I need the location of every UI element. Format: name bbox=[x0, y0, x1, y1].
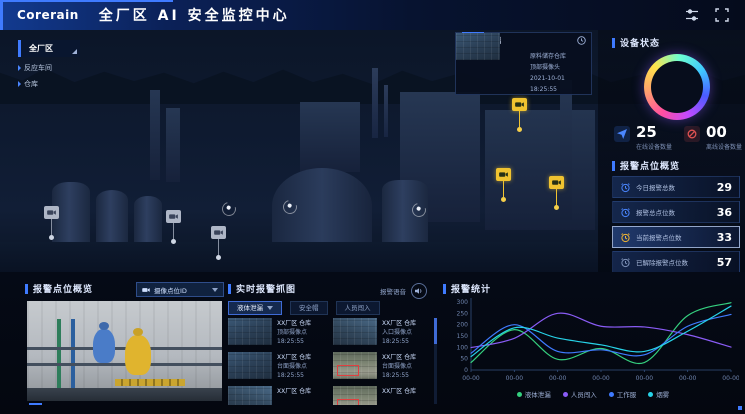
snapshot-item[interactable]: XX厂区 仓库 台面摄像点 18:25:55 bbox=[333, 352, 433, 383]
snapshot-item[interactable]: XX厂区 仓库 台面摄像点 18:25:55 bbox=[228, 352, 328, 383]
device-status-title: 设备状态 bbox=[612, 36, 660, 49]
sliders-icon[interactable] bbox=[685, 8, 699, 22]
alarm-point-photo[interactable] bbox=[27, 301, 222, 401]
camera-alarm-marker[interactable] bbox=[496, 168, 511, 202]
camera-marker[interactable] bbox=[211, 226, 226, 260]
camera-marker-icon bbox=[166, 210, 181, 223]
snapshot-item[interactable]: XX厂区 仓库 入口摄像点 18:25:55 bbox=[333, 318, 433, 349]
snapshot-thumb bbox=[228, 318, 272, 345]
alarm-overview-title: 报警点位概览 bbox=[612, 159, 680, 172]
popup-info: 原料储存仓库 顶部摄像头 2021-10-01 18:25:55 bbox=[530, 51, 591, 95]
legend-dot-icon bbox=[517, 392, 522, 397]
online-devices-stat: 25 在线设备数量 bbox=[614, 124, 672, 151]
page-title: 全厂区 AI 安全监控中心 bbox=[99, 5, 290, 25]
legend-item[interactable]: 人员闯入 bbox=[563, 389, 597, 399]
snapshot-grid: XX厂区 仓库 顶部摄像点 18:25:55 XX厂区 仓库 入口摄像点 18:… bbox=[228, 318, 433, 405]
tab-intrusion[interactable]: 人员闯入 bbox=[336, 301, 380, 315]
snapshot-item[interactable]: XX厂区 仓库 顶部摄像点 18:25:55 bbox=[228, 318, 328, 349]
svg-text:250: 250 bbox=[457, 310, 469, 317]
camera-icon bbox=[142, 287, 150, 293]
resize-corner-icon bbox=[72, 49, 77, 54]
legend-item[interactable]: 液体泄漏 bbox=[517, 389, 551, 399]
svg-text:50: 50 bbox=[460, 356, 468, 363]
offline-devices-stat: 00 离线设备数量 bbox=[684, 124, 742, 151]
chevron-down-icon bbox=[212, 288, 218, 292]
header-bar: Corerain 全厂区 AI 安全监控中心 bbox=[0, 0, 745, 30]
alarm-popup[interactable]: 液体泄漏 原料储存仓库 顶部摄像头 2021-10-01 18:25:55 bbox=[455, 32, 592, 95]
logo: Corerain bbox=[17, 8, 79, 22]
grid-scrollbar[interactable] bbox=[434, 318, 437, 404]
online-count: 25 bbox=[636, 124, 672, 140]
alarm-statistics-chart[interactable]: 0 50 100 150 200 250 300 00-00 00-00 00-00 00-00 00… bbox=[447, 294, 739, 388]
legend-item[interactable]: 烟雾 bbox=[648, 389, 669, 399]
worker-figure bbox=[93, 329, 115, 363]
snapshot-thumb bbox=[333, 352, 377, 379]
alarm-points-panel-title: 报警点位概览 bbox=[25, 282, 93, 295]
snapshot-tabs: 液体泄漏 安全帽 人员闯入 bbox=[228, 301, 380, 315]
svg-text:00-00: 00-00 bbox=[462, 375, 480, 382]
camera-marker[interactable] bbox=[166, 210, 181, 244]
dashboard: Corerain 全厂区 AI 安全监控中心 bbox=[0, 0, 745, 414]
alarm-bell-icon bbox=[620, 207, 631, 218]
svg-text:00-00: 00-00 bbox=[679, 375, 697, 382]
chart-legend: 液体泄漏 人员闯入 工作服 烟雾 bbox=[447, 389, 739, 399]
camera-alarm-marker[interactable] bbox=[549, 176, 564, 210]
fullscreen-icon[interactable] bbox=[715, 8, 729, 22]
snapshot-thumb bbox=[333, 318, 377, 345]
device-status-ring bbox=[644, 54, 710, 120]
svg-text:00-00: 00-00 bbox=[506, 375, 524, 382]
svg-text:00-00: 00-00 bbox=[549, 375, 567, 382]
legend-item[interactable]: 工作服 bbox=[609, 389, 637, 399]
camera-marker-icon bbox=[512, 98, 527, 111]
camera-marker-icon bbox=[549, 176, 564, 189]
svg-text:300: 300 bbox=[457, 299, 469, 306]
sidebar-item-warehouse[interactable]: 仓库 bbox=[18, 79, 38, 89]
worker-figure bbox=[125, 335, 151, 375]
camera-point-dropdown[interactable]: 摄像点位ID bbox=[136, 282, 224, 297]
online-device-icon bbox=[614, 126, 630, 142]
svg-text:00-00: 00-00 bbox=[636, 375, 654, 382]
alarm-bell-icon bbox=[620, 232, 631, 243]
panel-corner-indicator[interactable] bbox=[738, 406, 742, 410]
legend-dot-icon bbox=[563, 392, 568, 397]
camera-marker-icon bbox=[44, 206, 59, 219]
offline-device-icon bbox=[684, 126, 700, 142]
camera-marker-icon bbox=[211, 226, 226, 239]
legend-dot-icon bbox=[648, 392, 653, 397]
snapshot-thumb bbox=[333, 386, 377, 405]
photo-scroll-indicator[interactable] bbox=[29, 403, 42, 405]
area-selector[interactable]: 全厂区 bbox=[18, 40, 80, 57]
area-selector-label: 全厂区 bbox=[29, 44, 53, 53]
clock-icon[interactable] bbox=[577, 36, 586, 45]
alarm-row-today-total[interactable]: 今日报警总数 29 bbox=[612, 176, 740, 198]
speaker-icon bbox=[411, 283, 427, 299]
sidebar-item-reaction-workshop[interactable]: 反应车间 bbox=[18, 63, 52, 73]
camera-marker[interactable] bbox=[44, 206, 59, 240]
svg-text:200: 200 bbox=[457, 322, 469, 329]
alarm-voice-control[interactable]: 报警语音 bbox=[380, 283, 427, 299]
snapshot-thumb bbox=[228, 386, 272, 405]
tab-liquid-leak[interactable]: 液体泄漏 bbox=[228, 301, 282, 315]
tab-safety-helmet[interactable]: 安全帽 bbox=[290, 301, 328, 315]
alarm-bell-icon bbox=[620, 182, 631, 193]
alarm-bell-icon bbox=[620, 257, 631, 268]
alarm-row-current-points[interactable]: 当前报警点位数 33 bbox=[612, 226, 740, 248]
svg-text:100: 100 bbox=[457, 344, 469, 351]
svg-text:0: 0 bbox=[464, 367, 468, 374]
alarm-row-resolved-points[interactable]: 已解除报警点位数 57 bbox=[612, 251, 740, 273]
svg-text:150: 150 bbox=[457, 333, 469, 340]
popup-snapshot[interactable] bbox=[456, 33, 500, 60]
offline-count: 00 bbox=[706, 124, 742, 140]
legend-dot-icon bbox=[609, 392, 614, 397]
snapshot-item[interactable]: XX厂区 仓库 bbox=[228, 386, 328, 405]
camera-alarm-marker[interactable] bbox=[512, 98, 527, 132]
chevron-down-icon bbox=[267, 306, 273, 310]
svg-text:00-00: 00-00 bbox=[722, 375, 739, 382]
snapshots-panel-title: 实时报警抓图 bbox=[228, 282, 296, 295]
snapshot-item[interactable]: XX厂区 仓库 bbox=[333, 386, 433, 405]
camera-marker-icon bbox=[496, 168, 511, 181]
alarm-row-total-points[interactable]: 报警总点位数 36 bbox=[612, 201, 740, 223]
snapshot-thumb bbox=[228, 352, 272, 379]
svg-text:00-00: 00-00 bbox=[592, 375, 610, 382]
